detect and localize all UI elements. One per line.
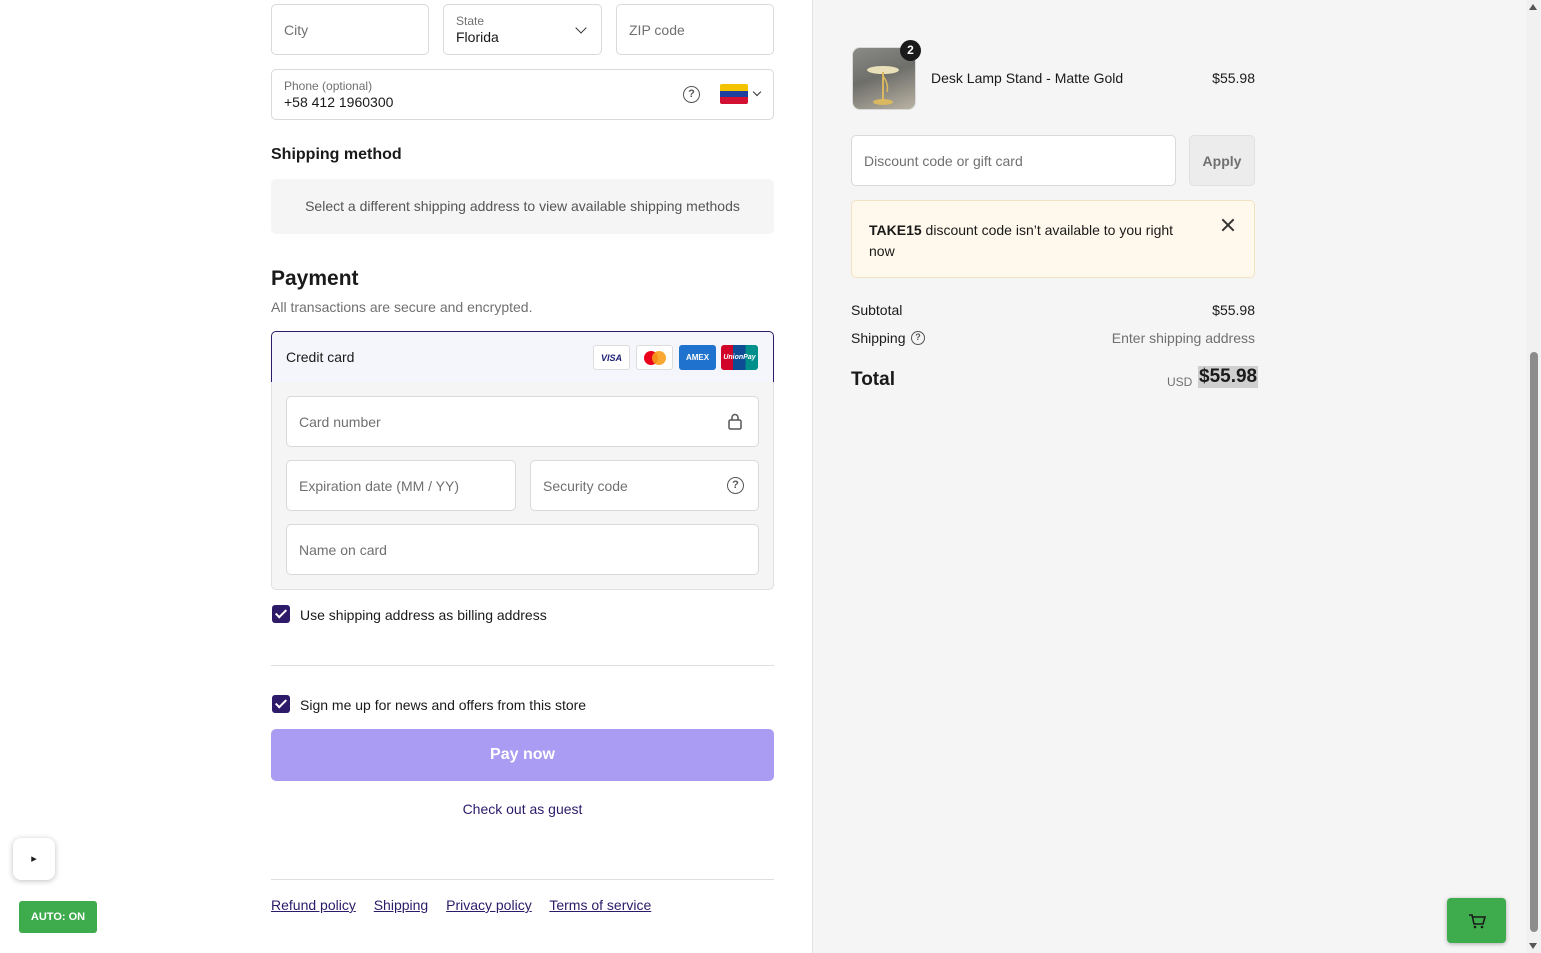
billing-checkbox-label[interactable]: Use shipping address as billing address (300, 607, 547, 623)
mastercard-icon (636, 345, 673, 370)
close-icon[interactable] (1221, 218, 1235, 232)
help-icon[interactable]: ? (683, 86, 700, 103)
shipping-label: Shipping (851, 330, 906, 346)
total-value: $55.98 (1198, 366, 1259, 388)
card-number-placeholder: Card number (299, 413, 381, 430)
help-icon[interactable]: ? (911, 331, 925, 345)
name-on-card-placeholder: Name on card (299, 541, 387, 558)
expiration-placeholder: Expiration date (MM / YY) (299, 477, 460, 494)
name-on-card-input[interactable]: Name on card (286, 524, 759, 575)
privacy-policy-link[interactable]: Privacy policy (446, 897, 532, 913)
refund-policy-link[interactable]: Refund policy (271, 897, 356, 913)
cart-icon[interactable] (1447, 898, 1506, 943)
visa-icon: VISA (593, 345, 630, 370)
discount-placeholder: Discount code or gift card (864, 152, 1023, 169)
phone-input[interactable]: Phone (optional) +58 412 1960300 ? (271, 69, 774, 120)
phone-label: Phone (optional) (284, 79, 373, 93)
city-input[interactable]: City (271, 4, 429, 55)
guest-checkout-link[interactable]: Check out as guest (271, 801, 774, 817)
product-name: Desk Lamp Stand - Matte Gold (931, 70, 1124, 86)
shipping-policy-link[interactable]: Shipping (374, 897, 429, 913)
discount-error-message: TAKE15 discount code isn’t available to … (869, 220, 1189, 262)
shipping-method-notice: Select a different shipping address to v… (271, 179, 774, 234)
credit-card-form: Card number Expiration date (MM / YY) Se… (271, 382, 774, 590)
shipping-row: Shipping ? Enter shipping address (851, 330, 1255, 346)
expiration-input[interactable]: Expiration date (MM / YY) (286, 460, 516, 511)
scroll-down-icon[interactable] (1529, 943, 1537, 949)
currency-code: USD (1167, 375, 1193, 389)
quantity-badge: 2 (900, 40, 921, 61)
security-code-input[interactable]: Security code ? (530, 460, 759, 511)
subtotal-row: Subtotal $55.98 (851, 302, 1255, 318)
lock-icon (728, 413, 742, 430)
zip-placeholder: ZIP code (629, 21, 685, 38)
pay-now-button[interactable]: Pay now (271, 729, 774, 781)
divider (271, 665, 774, 666)
scrollbar-thumb[interactable] (1530, 352, 1538, 932)
discount-error-notice: TAKE15 discount code isn’t available to … (851, 200, 1255, 278)
payment-subtitle: All transactions are secure and encrypte… (271, 299, 533, 315)
terms-of-service-link[interactable]: Terms of service (549, 897, 651, 913)
state-label: State (456, 14, 485, 28)
venezuela-flag-icon[interactable] (720, 84, 748, 104)
zip-input[interactable]: ZIP code (616, 4, 774, 55)
credit-card-label: Credit card (286, 349, 355, 365)
newsletter-checkbox-label[interactable]: Sign me up for news and offers from this… (300, 697, 586, 713)
state-value: Florida (456, 29, 499, 45)
newsletter-checkbox[interactable] (272, 695, 290, 713)
credit-card-option[interactable]: Credit card VISA AMEX UnionPay (271, 331, 774, 383)
subtotal-label: Subtotal (851, 302, 903, 318)
checkout-form-panel: City State Florida ZIP code Phone (optio… (0, 0, 812, 953)
phone-value: +58 412 1960300 (284, 94, 394, 110)
footer-links: Refund policy Shipping Privacy policy Te… (271, 897, 665, 913)
city-placeholder: City (284, 21, 309, 38)
card-number-input[interactable]: Card number (286, 396, 759, 447)
play-icon[interactable]: ▸ (13, 838, 55, 880)
divider (271, 879, 774, 880)
help-icon[interactable]: ? (727, 477, 744, 494)
total-label: Total (851, 369, 895, 390)
state-select[interactable]: State Florida (443, 4, 602, 55)
billing-checkbox[interactable] (272, 605, 290, 623)
payment-heading: Payment (271, 267, 359, 290)
discount-code-input[interactable]: Discount code or gift card (851, 135, 1176, 186)
scroll-up-icon[interactable] (1529, 4, 1537, 10)
shipping-method-heading: Shipping method (271, 146, 402, 163)
security-code-placeholder: Security code (543, 477, 628, 494)
amex-icon: AMEX (679, 345, 716, 370)
apply-discount-button[interactable]: Apply (1189, 135, 1255, 186)
product-price: $55.98 (1212, 70, 1255, 86)
chevron-down-icon[interactable] (752, 87, 762, 97)
subtotal-value: $55.98 (1212, 302, 1255, 318)
auto-mode-badge[interactable]: AUTO: ON (19, 901, 97, 933)
shipping-value: Enter shipping address (1111, 330, 1255, 346)
unionpay-icon: UnionPay (721, 345, 758, 370)
chevron-down-icon (575, 22, 587, 34)
page-scrollbar[interactable] (1526, 0, 1541, 953)
discount-code: TAKE15 (869, 222, 922, 238)
